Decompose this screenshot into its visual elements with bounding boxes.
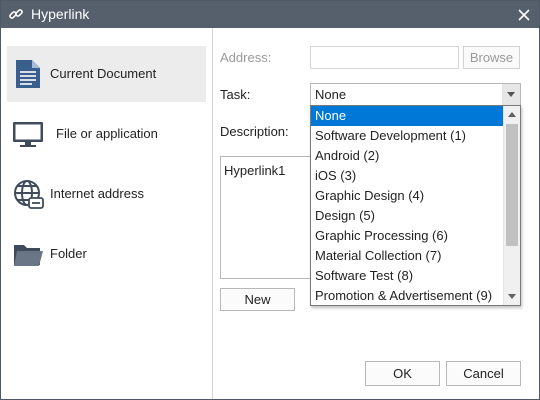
new-button[interactable]: New <box>220 288 295 311</box>
hyperlink-dialog: Hyperlink Current Document File or appli… <box>0 0 540 400</box>
title-bar: Hyperlink <box>1 1 539 28</box>
dropdown-option[interactable]: Graphic Processing (6) <box>311 226 504 246</box>
document-icon <box>16 60 40 88</box>
sidebar-item-internet-address[interactable]: Internet address <box>7 166 206 222</box>
globe-icon <box>14 180 44 209</box>
browse-button[interactable]: Browse <box>463 46 520 69</box>
address-label: Address: <box>220 50 272 65</box>
task-options: None Software Development (1) Android (2) i… <box>311 106 504 306</box>
scrollbar-thumb[interactable] <box>506 124 518 246</box>
address-input[interactable] <box>310 46 459 69</box>
description-text: Hyperlink1 <box>224 163 286 178</box>
monitor-icon <box>13 122 43 147</box>
dropdown-option[interactable]: Design (5) <box>311 206 504 226</box>
ok-button[interactable]: OK <box>365 361 440 386</box>
dropdown-option[interactable]: Software Test (8) <box>311 266 504 286</box>
task-select-value: None <box>315 87 347 102</box>
sidebar-item-label: File or application <box>56 126 158 141</box>
sidebar-item-file-or-application[interactable]: File or application <box>7 106 206 162</box>
window-title: Hyperlink <box>31 6 90 22</box>
link-icon <box>9 9 23 19</box>
dropdown-option[interactable]: Android (2) <box>311 146 504 166</box>
sidebar-item-current-document[interactable]: Current Document <box>7 46 206 102</box>
dropdown-scrollbar[interactable] <box>503 106 520 305</box>
link-type-sidebar: Current Document File or application Int… <box>1 28 213 399</box>
scroll-down-icon[interactable] <box>504 288 520 305</box>
task-dropdown-list: None Software Development (1) Android (2) i… <box>310 105 521 306</box>
dropdown-option[interactable]: iOS (3) <box>311 166 504 186</box>
description-label: Description: <box>220 124 289 139</box>
sidebar-item-folder[interactable]: Folder <box>7 226 206 282</box>
dropdown-option[interactable]: Material Collection (7) <box>311 246 504 266</box>
dropdown-option[interactable]: Software Development (1) <box>311 126 504 146</box>
dropdown-option[interactable]: Graphic Design (4) <box>311 186 504 206</box>
sidebar-item-label: Current Document <box>50 66 157 81</box>
sidebar-item-label: Folder <box>50 246 87 261</box>
task-select[interactable]: None <box>310 83 521 106</box>
cancel-button[interactable]: Cancel <box>446 361 521 386</box>
dropdown-option[interactable]: None <box>311 106 504 126</box>
dropdown-option[interactable]: Promotion & Advertisement (9) <box>311 286 504 306</box>
close-icon[interactable] <box>513 4 535 26</box>
sidebar-item-label: Internet address <box>50 186 144 201</box>
chevron-down-icon[interactable] <box>502 84 520 105</box>
folder-icon <box>14 245 43 266</box>
scroll-up-icon[interactable] <box>504 106 520 123</box>
task-label: Task: <box>220 87 251 102</box>
